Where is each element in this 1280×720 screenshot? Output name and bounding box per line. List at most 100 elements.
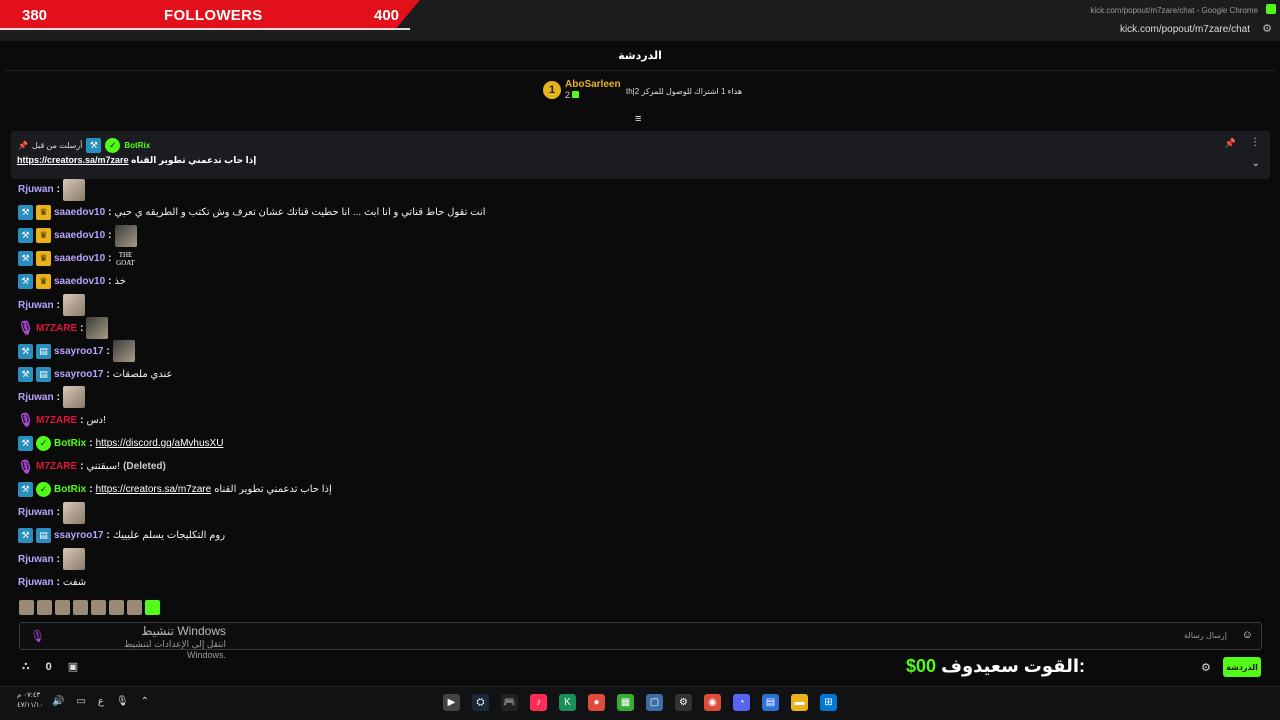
chat-text: إذا حاب تدعمني تطوير القناه	[214, 484, 332, 496]
chat-message: ⚒ ▤ ssayroo17: عندي ملصقات	[18, 363, 1258, 386]
emoji-icon[interactable]: ☺	[1242, 629, 1253, 641]
grid-app-icon[interactable]: ▦	[617, 694, 634, 711]
taskbar-clock[interactable]: ٠٧:٤٣ م ٤٧/١١/١٠	[17, 691, 43, 711]
chat-username[interactable]: M7ZARE	[36, 323, 77, 334]
window-minimize-button[interactable]	[1266, 4, 1276, 14]
media-player-icon[interactable]: ▶	[443, 694, 460, 711]
windows-start-icon[interactable]: ⊞	[820, 694, 837, 711]
chat-footer: ∴ 0 ▣ $00 القوت سعيدوف: ⚙ الدردشة	[0, 652, 1280, 684]
verified-badge-icon: ✓	[36, 436, 51, 452]
emote-option[interactable]	[73, 600, 88, 615]
colon: :	[106, 530, 110, 542]
chat-emote[interactable]	[114, 224, 137, 247]
mod-badge-icon: ⚒	[18, 482, 33, 498]
chat-username[interactable]: Rjuwan	[18, 577, 54, 588]
chat-username[interactable]: saaedov10	[54, 276, 105, 287]
language-indicator[interactable]: ع	[98, 696, 104, 707]
chat-text: دس!	[86, 414, 106, 426]
chat-username[interactable]: M7ZARE	[36, 415, 77, 426]
followers-goal: 400	[374, 6, 400, 24]
unpin-icon[interactable]: 📌	[1225, 138, 1236, 149]
chat-button[interactable]: الدردشة	[1223, 657, 1261, 677]
pinned-by-label: أرسلت من قبل	[31, 141, 83, 150]
top-gifter[interactable]: 1 AboSarleen 2	[543, 79, 621, 100]
emote-option[interactable]	[145, 600, 160, 615]
chat-username[interactable]: BotRix	[54, 484, 86, 495]
chat-username[interactable]: Rjuwan	[18, 392, 54, 403]
chat-emote[interactable]	[62, 548, 85, 571]
emote-option[interactable]	[37, 600, 52, 615]
display-icon[interactable]: ▭	[76, 696, 85, 707]
broadcaster-badge-icon: 🎙	[17, 458, 34, 474]
emote-option[interactable]	[91, 600, 106, 615]
chat-username[interactable]: M7ZARE	[36, 461, 77, 472]
chat-username[interactable]: BotRix	[54, 438, 86, 449]
colon: :	[80, 322, 84, 334]
colon: :	[108, 207, 112, 219]
chat-header: الدردشة	[5, 41, 1275, 71]
chat-username[interactable]: saaedov10	[54, 230, 105, 241]
gear-icon[interactable]: ⚙	[1201, 661, 1211, 674]
chat-emote[interactable]	[62, 501, 85, 524]
chat-emote[interactable]	[112, 340, 135, 363]
chat-message: Rjuwan:	[18, 293, 1258, 317]
microphone-icon[interactable]: 🎙	[30, 629, 45, 643]
chevron-up-icon[interactable]: ⌃	[141, 696, 149, 707]
rank-badge: 1	[543, 80, 561, 99]
store-icon[interactable]: ▤	[762, 694, 779, 711]
chat-text: خذ	[114, 276, 126, 288]
microphone-icon[interactable]: 🎙	[116, 696, 129, 707]
chat-username[interactable]: Rjuwan	[18, 184, 54, 195]
chat-username[interactable]: ssayroo17	[54, 369, 103, 380]
chat-link[interactable]: https://discord.gg/aMvhusXU	[96, 438, 224, 449]
chat-messages: Rjuwan: ⚒ ♛ saaedov10: انت تقول حاط قناتي و …	[17, 178, 1258, 594]
emote-option[interactable]	[109, 600, 124, 615]
window-app-icon[interactable]: ▢	[646, 694, 663, 711]
browser-titlebar: 380 FOLLOWERS 400 kick.com/popout/m7zare…	[0, 0, 1280, 41]
more-options-icon[interactable]: ⋮	[1250, 137, 1260, 148]
color-app-icon[interactable]: ●	[588, 694, 605, 711]
input-placeholder: إرسال رسالة	[1184, 631, 1227, 640]
chat-emote[interactable]	[86, 317, 109, 340]
share-icon[interactable]: ∴	[22, 660, 30, 673]
channel-points[interactable]: $00 القوت سعيدوف:	[906, 656, 1085, 677]
game-icon[interactable]: 🎮	[501, 694, 518, 711]
chat-username[interactable]: Rjuwan	[18, 507, 54, 518]
chat-username[interactable]: Rjuwan	[18, 554, 54, 565]
overlay-stripe	[0, 28, 410, 30]
gifter-name: AboSarleen	[565, 79, 621, 90]
chat-username[interactable]: Rjuwan	[18, 300, 54, 311]
footer-left: ∴ 0 ▣	[22, 660, 78, 674]
emote-option[interactable]	[19, 600, 34, 615]
chrome-icon[interactable]: ◉	[704, 694, 721, 711]
emote-option[interactable]	[55, 600, 70, 615]
settings-app-icon[interactable]: ⚙	[675, 694, 692, 711]
pinned-link[interactable]: https://creators.sa/m7zare	[17, 155, 129, 165]
folder-icon[interactable]: ▬	[791, 694, 808, 711]
kick-icon[interactable]: K	[559, 694, 576, 711]
chat-emote[interactable]: THE GOAT	[114, 247, 137, 270]
chat-emote[interactable]	[62, 294, 85, 317]
chat-username[interactable]: saaedov10	[54, 253, 105, 264]
filter-icon[interactable]: ≡	[635, 113, 641, 125]
chat-username[interactable]: ssayroo17	[54, 346, 103, 357]
pinned-user[interactable]: BotRix	[124, 141, 150, 150]
chat-emote[interactable]	[62, 178, 85, 201]
chat-username[interactable]: saaedov10	[54, 207, 105, 218]
chat-message: ⚒ ✓ BotRix: https://creators.sa/m7zare إذا ح…	[18, 478, 1258, 501]
colon: :	[108, 276, 112, 288]
points-label: القوت سعيدوف:	[941, 656, 1086, 676]
chat-emote[interactable]	[62, 386, 85, 409]
gift-icon[interactable]: ▣	[68, 660, 78, 673]
discord-icon[interactable]: ◔	[733, 694, 750, 711]
volume-icon[interactable]: 🔊	[52, 696, 64, 707]
steam-icon[interactable]: ⛭	[472, 694, 489, 711]
site-settings-icon[interactable]: ⚙	[1262, 22, 1272, 35]
emote-option[interactable]	[127, 600, 142, 615]
tiktok-icon[interactable]: ♪	[530, 694, 547, 711]
chevron-down-icon[interactable]: ⌄	[1252, 158, 1260, 169]
address-bar[interactable]: kick.com/popout/m7zare/chat	[1120, 24, 1250, 35]
chat-link[interactable]: https://creators.sa/m7zare	[96, 484, 212, 495]
chat-username[interactable]: ssayroo17	[54, 530, 103, 541]
chat-message: ⚒ ♛ saaedov10: THE GOAT	[18, 247, 1258, 270]
